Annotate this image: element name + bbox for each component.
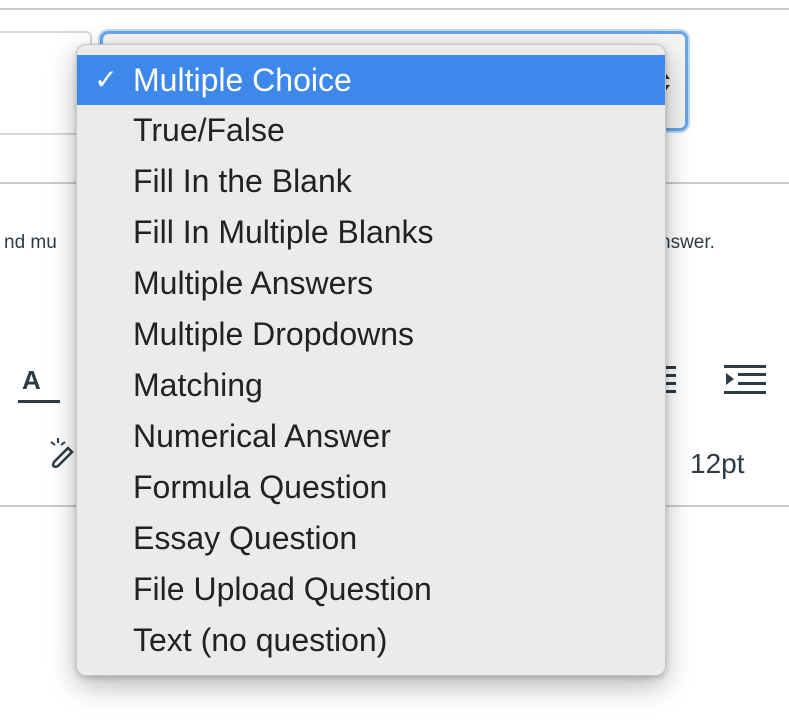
menu-item-label: Essay Question	[133, 520, 358, 556]
divider-top	[0, 8, 789, 10]
quiz-question-editor: nd mu nswer. A 12pt ✓ Multiple Choice Tr…	[0, 0, 789, 721]
indent-icon[interactable]	[722, 362, 768, 398]
menu-item-multiple-answers[interactable]: Multiple Answers	[77, 258, 665, 309]
menu-item-label: File Upload Question	[133, 571, 432, 607]
menu-item-label: Multiple Answers	[133, 265, 374, 301]
menu-item-fill-in-multiple-blanks[interactable]: Fill In Multiple Blanks	[77, 207, 665, 258]
question-type-dropdown-menu: ✓ Multiple Choice True/False Fill In the…	[76, 44, 666, 676]
text-color-underline	[18, 400, 60, 403]
check-icon: ✓	[94, 64, 118, 95]
menu-item-label: Numerical Answer	[133, 418, 391, 454]
menu-item-numerical-answer[interactable]: Numerical Answer	[77, 411, 665, 462]
menu-item-label: Fill In Multiple Blanks	[133, 214, 434, 250]
menu-item-formula-question[interactable]: Formula Question	[77, 462, 665, 513]
menu-item-multiple-dropdowns[interactable]: Multiple Dropdowns	[77, 309, 665, 360]
menu-item-label: Formula Question	[133, 469, 388, 505]
menu-item-true-false[interactable]: True/False	[77, 105, 665, 156]
magic-wand-icon[interactable]	[48, 432, 78, 472]
text-color-icon[interactable]: A	[22, 365, 41, 396]
instruction-text-fragment-left: nd mu	[4, 232, 57, 253]
menu-item-matching[interactable]: Matching	[77, 360, 665, 411]
instruction-text-fragment-right: nswer.	[660, 232, 715, 253]
menu-item-label: Matching	[133, 367, 263, 403]
menu-item-text-no-question[interactable]: Text (no question)	[77, 615, 665, 666]
menu-item-label: Multiple Choice	[133, 62, 352, 98]
menu-item-label: Text (no question)	[133, 622, 388, 658]
menu-item-multiple-choice[interactable]: ✓ Multiple Choice	[77, 55, 665, 105]
menu-item-fill-in-the-blank[interactable]: Fill In the Blank	[77, 156, 665, 207]
menu-item-essay-question[interactable]: Essay Question	[77, 513, 665, 564]
menu-item-file-upload-question[interactable]: File Upload Question	[77, 564, 665, 615]
font-size-select[interactable]: 12pt	[690, 448, 745, 480]
menu-item-label: True/False	[133, 112, 285, 148]
menu-item-label: Multiple Dropdowns	[133, 316, 415, 352]
menu-item-label: Fill In the Blank	[133, 163, 352, 199]
